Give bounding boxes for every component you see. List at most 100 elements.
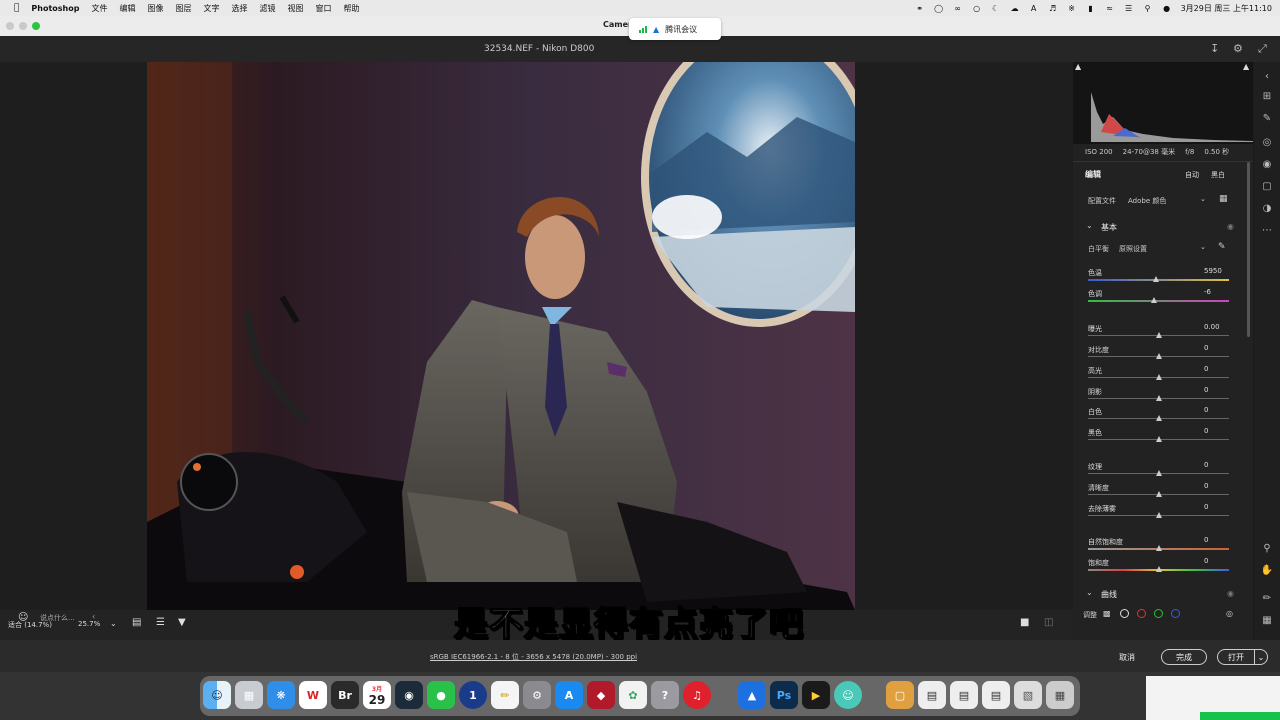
1password-icon[interactable]: 1 [459,681,487,709]
fullscreen-icon[interactable]: ⤢ [1258,42,1267,56]
shadow-clipping-icon[interactable]: ▲ [1075,62,1081,71]
menu-item-select[interactable]: 选择 [231,3,247,14]
open-button[interactable]: 打开 [1217,649,1255,665]
blue-channel-icon[interactable] [1171,609,1180,618]
slider-row[interactable]: 白色 0 [1088,406,1238,427]
slider-row[interactable]: 自然饱和度 0 [1088,536,1238,557]
slider-row[interactable]: 纹理 0 [1088,461,1238,482]
filter-icon[interactable]: ▼ [178,617,186,628]
slider-handle[interactable] [1155,470,1162,476]
zoom-level[interactable]: 适合 (14.7%) [8,620,52,630]
menubar-clock[interactable]: 3月29日 周三 上午11:10 [1181,3,1272,14]
slider-value-input[interactable]: -6 [1204,288,1234,298]
zoom-level-alt[interactable]: 25.7% [78,620,100,628]
slider-handle[interactable] [1155,332,1162,338]
slider-row[interactable]: 去除薄雾 0 [1088,503,1238,524]
menu-item-help[interactable]: 帮助 [343,3,359,14]
slider-value-input[interactable]: 0 [1204,386,1234,396]
slider-handle[interactable] [1151,297,1158,303]
tencent-meeting-popup[interactable]: ▲ 腾讯会议 [629,18,721,40]
calendar-icon[interactable]: 3月 29 [363,681,391,709]
hand-icon[interactable]: ✋ [1260,564,1274,578]
spotlight-icon[interactable]: ⚲ [1143,4,1153,13]
chevron-down-icon[interactable]: ⌄ [110,619,117,628]
slider-handle[interactable] [1155,374,1162,380]
pixelmator-icon[interactable]: ✿ [619,681,647,709]
panel-scrollbar[interactable] [1247,162,1250,337]
slider-value-input[interactable]: 0 [1204,344,1234,354]
document-icon[interactable]: ▤ [950,681,978,709]
battery-icon[interactable]: ▮ [1086,4,1096,13]
green-channel-icon[interactable] [1154,609,1163,618]
slider-value-input[interactable]: 0.00 [1204,323,1234,333]
cc-icon[interactable]: ∞ [953,4,963,13]
menu-item-edit[interactable]: 编辑 [119,3,135,14]
control-center-icon[interactable]: ☰ [1124,4,1134,13]
menu-item-filter[interactable]: 滤镜 [259,3,275,14]
zoom-icon[interactable]: ⚲ [1260,542,1274,556]
target-adjust-icon[interactable]: ◎ [1226,609,1233,618]
slider-value-input[interactable]: 0 [1204,406,1234,416]
single-view-icon[interactable]: ■ [1020,617,1029,628]
curve-section-title[interactable]: 曲线 [1101,589,1117,600]
archive-box-icon[interactable]: ▢ [886,681,914,709]
slider-row[interactable]: 色调 -6 [1088,288,1238,309]
heal-icon[interactable]: ✎ [1260,112,1274,126]
slider-handle[interactable] [1155,545,1162,551]
preview-photo[interactable] [147,62,855,610]
wechat-icon[interactable]: ● [427,681,455,709]
slider-handle[interactable] [1155,491,1162,497]
menu-item-type[interactable]: 文字 [203,3,219,14]
app-store-icon[interactable]: A [555,681,583,709]
pencil-app-icon[interactable]: ✏ [491,681,519,709]
basic-section-title[interactable]: 基本 [1101,222,1117,233]
presets-icon[interactable]: ◑ [1260,202,1274,216]
tencent-meeting-icon[interactable]: ▲ [738,681,766,709]
menu-item-image[interactable]: 图像 [147,3,163,14]
eye-icon[interactable]: ◉ [1227,589,1234,598]
compare-view-icon[interactable]: ◫ [1044,617,1053,628]
slider-value-input[interactable]: 0 [1204,557,1234,567]
redeye-icon[interactable]: ◉ [1260,158,1274,172]
slider-row[interactable]: 阴影 0 [1088,386,1238,407]
sampler-icon[interactable]: ✏ [1260,592,1274,606]
slider-row[interactable]: 曝光 0.00 [1088,323,1238,344]
photo-booth-icon[interactable]: ◆ [587,681,615,709]
slider-handle[interactable] [1155,415,1162,421]
slider-row[interactable]: 黑色 0 [1088,427,1238,448]
slider-handle[interactable] [1155,395,1162,401]
cloud-icon[interactable]: ☁ [1010,4,1020,13]
photoshop-icon[interactable]: Ps [770,681,798,709]
open-options-chevron-icon[interactable]: ⌄ [1254,649,1268,665]
font-icon[interactable]: A [1029,4,1039,13]
red-channel-icon[interactable] [1137,609,1146,618]
slider-row[interactable]: 对比度 0 [1088,344,1238,365]
bluetooth-icon[interactable]: ※ [1067,4,1077,13]
more-icon[interactable]: ⋯ [1260,224,1274,238]
slider-value-input[interactable]: 0 [1204,503,1234,513]
gear-icon[interactable]: ⚙ [1233,42,1243,55]
zoom-button[interactable] [32,22,40,30]
system-settings-icon[interactable]: ⚙ [523,681,551,709]
auto-button[interactable]: 自动 [1185,170,1199,180]
chevron-down-icon[interactable]: ⌄ [1086,221,1093,230]
eyedropper-icon[interactable]: ✎ [1218,242,1226,252]
slider-value-input[interactable]: 0 [1204,482,1234,492]
cancel-button[interactable]: 取消 [1112,649,1142,665]
menu-item-layer[interactable]: 图层 [175,3,191,14]
menu-item-window[interactable]: 窗口 [315,3,331,14]
profile-browser-icon[interactable]: ▦ [1219,194,1228,204]
chevron-left-icon[interactable]: ‹ [1260,70,1274,84]
launchpad-icon[interactable]: ▦ [235,681,263,709]
grid-icon[interactable]: ▦ [1260,614,1274,628]
filmstrip-icon[interactable]: ▤ [132,617,141,628]
save-icon[interactable]: ↧ [1210,42,1219,55]
lock-icon[interactable]: ◯ [934,4,944,13]
safari-icon[interactable]: ❋ [267,681,295,709]
trash-icon[interactable]: ▦ [1046,681,1074,709]
help-icon[interactable]: ? [651,681,679,709]
sort-icon[interactable]: ☰ [156,617,165,628]
crop-icon[interactable]: ⊞ [1260,90,1274,104]
highlight-clipping-icon[interactable]: ▲ [1243,62,1249,71]
slider-row[interactable]: 色温 5950 [1088,267,1238,288]
